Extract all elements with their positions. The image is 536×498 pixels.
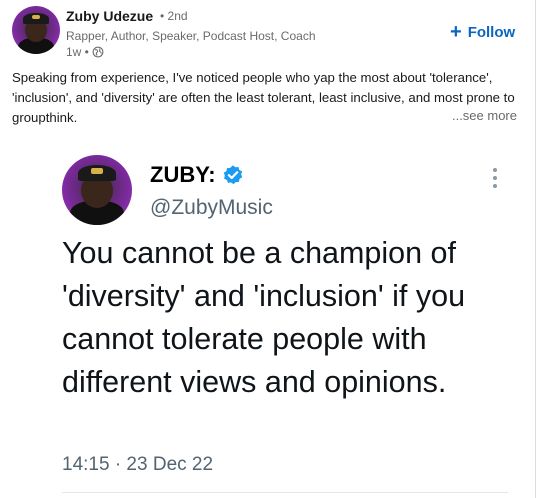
follow-label: Follow (467, 23, 516, 41)
post-meta: 1w • (66, 45, 104, 59)
post-timestamp: 1w • (66, 45, 89, 59)
tweet-divider (62, 492, 508, 493)
linkedin-post: Zuby Udezue • 2nd Rapper, Author, Speake… (0, 0, 536, 498)
see-more-link[interactable]: ...see more (447, 108, 517, 123)
post-text: Speaking from experience, I've noticed p… (12, 70, 515, 125)
more-icon (492, 168, 498, 188)
author-name[interactable]: Zuby Udezue (66, 8, 153, 24)
tweet-name-text: ZUBY: (150, 162, 216, 187)
tweet-handle: @ZubyMusic (150, 196, 273, 219)
tweet-timestamp: 14:15 · 23 Dec 22 (62, 454, 214, 475)
verified-icon (223, 165, 242, 185)
connection-degree: • 2nd (160, 9, 188, 23)
tweet-avatar (62, 155, 132, 225)
author-headline: Rapper, Author, Speaker, Podcast Host, C… (66, 29, 316, 43)
globe-icon (92, 46, 104, 58)
plus-icon: + (450, 21, 462, 43)
tweet-text: You cannot be a champion of 'diversity' … (62, 236, 466, 399)
author-avatar[interactable] (12, 6, 60, 54)
tweet-author-name: ZUBY: (150, 162, 244, 188)
follow-button[interactable]: + Follow (442, 18, 523, 46)
